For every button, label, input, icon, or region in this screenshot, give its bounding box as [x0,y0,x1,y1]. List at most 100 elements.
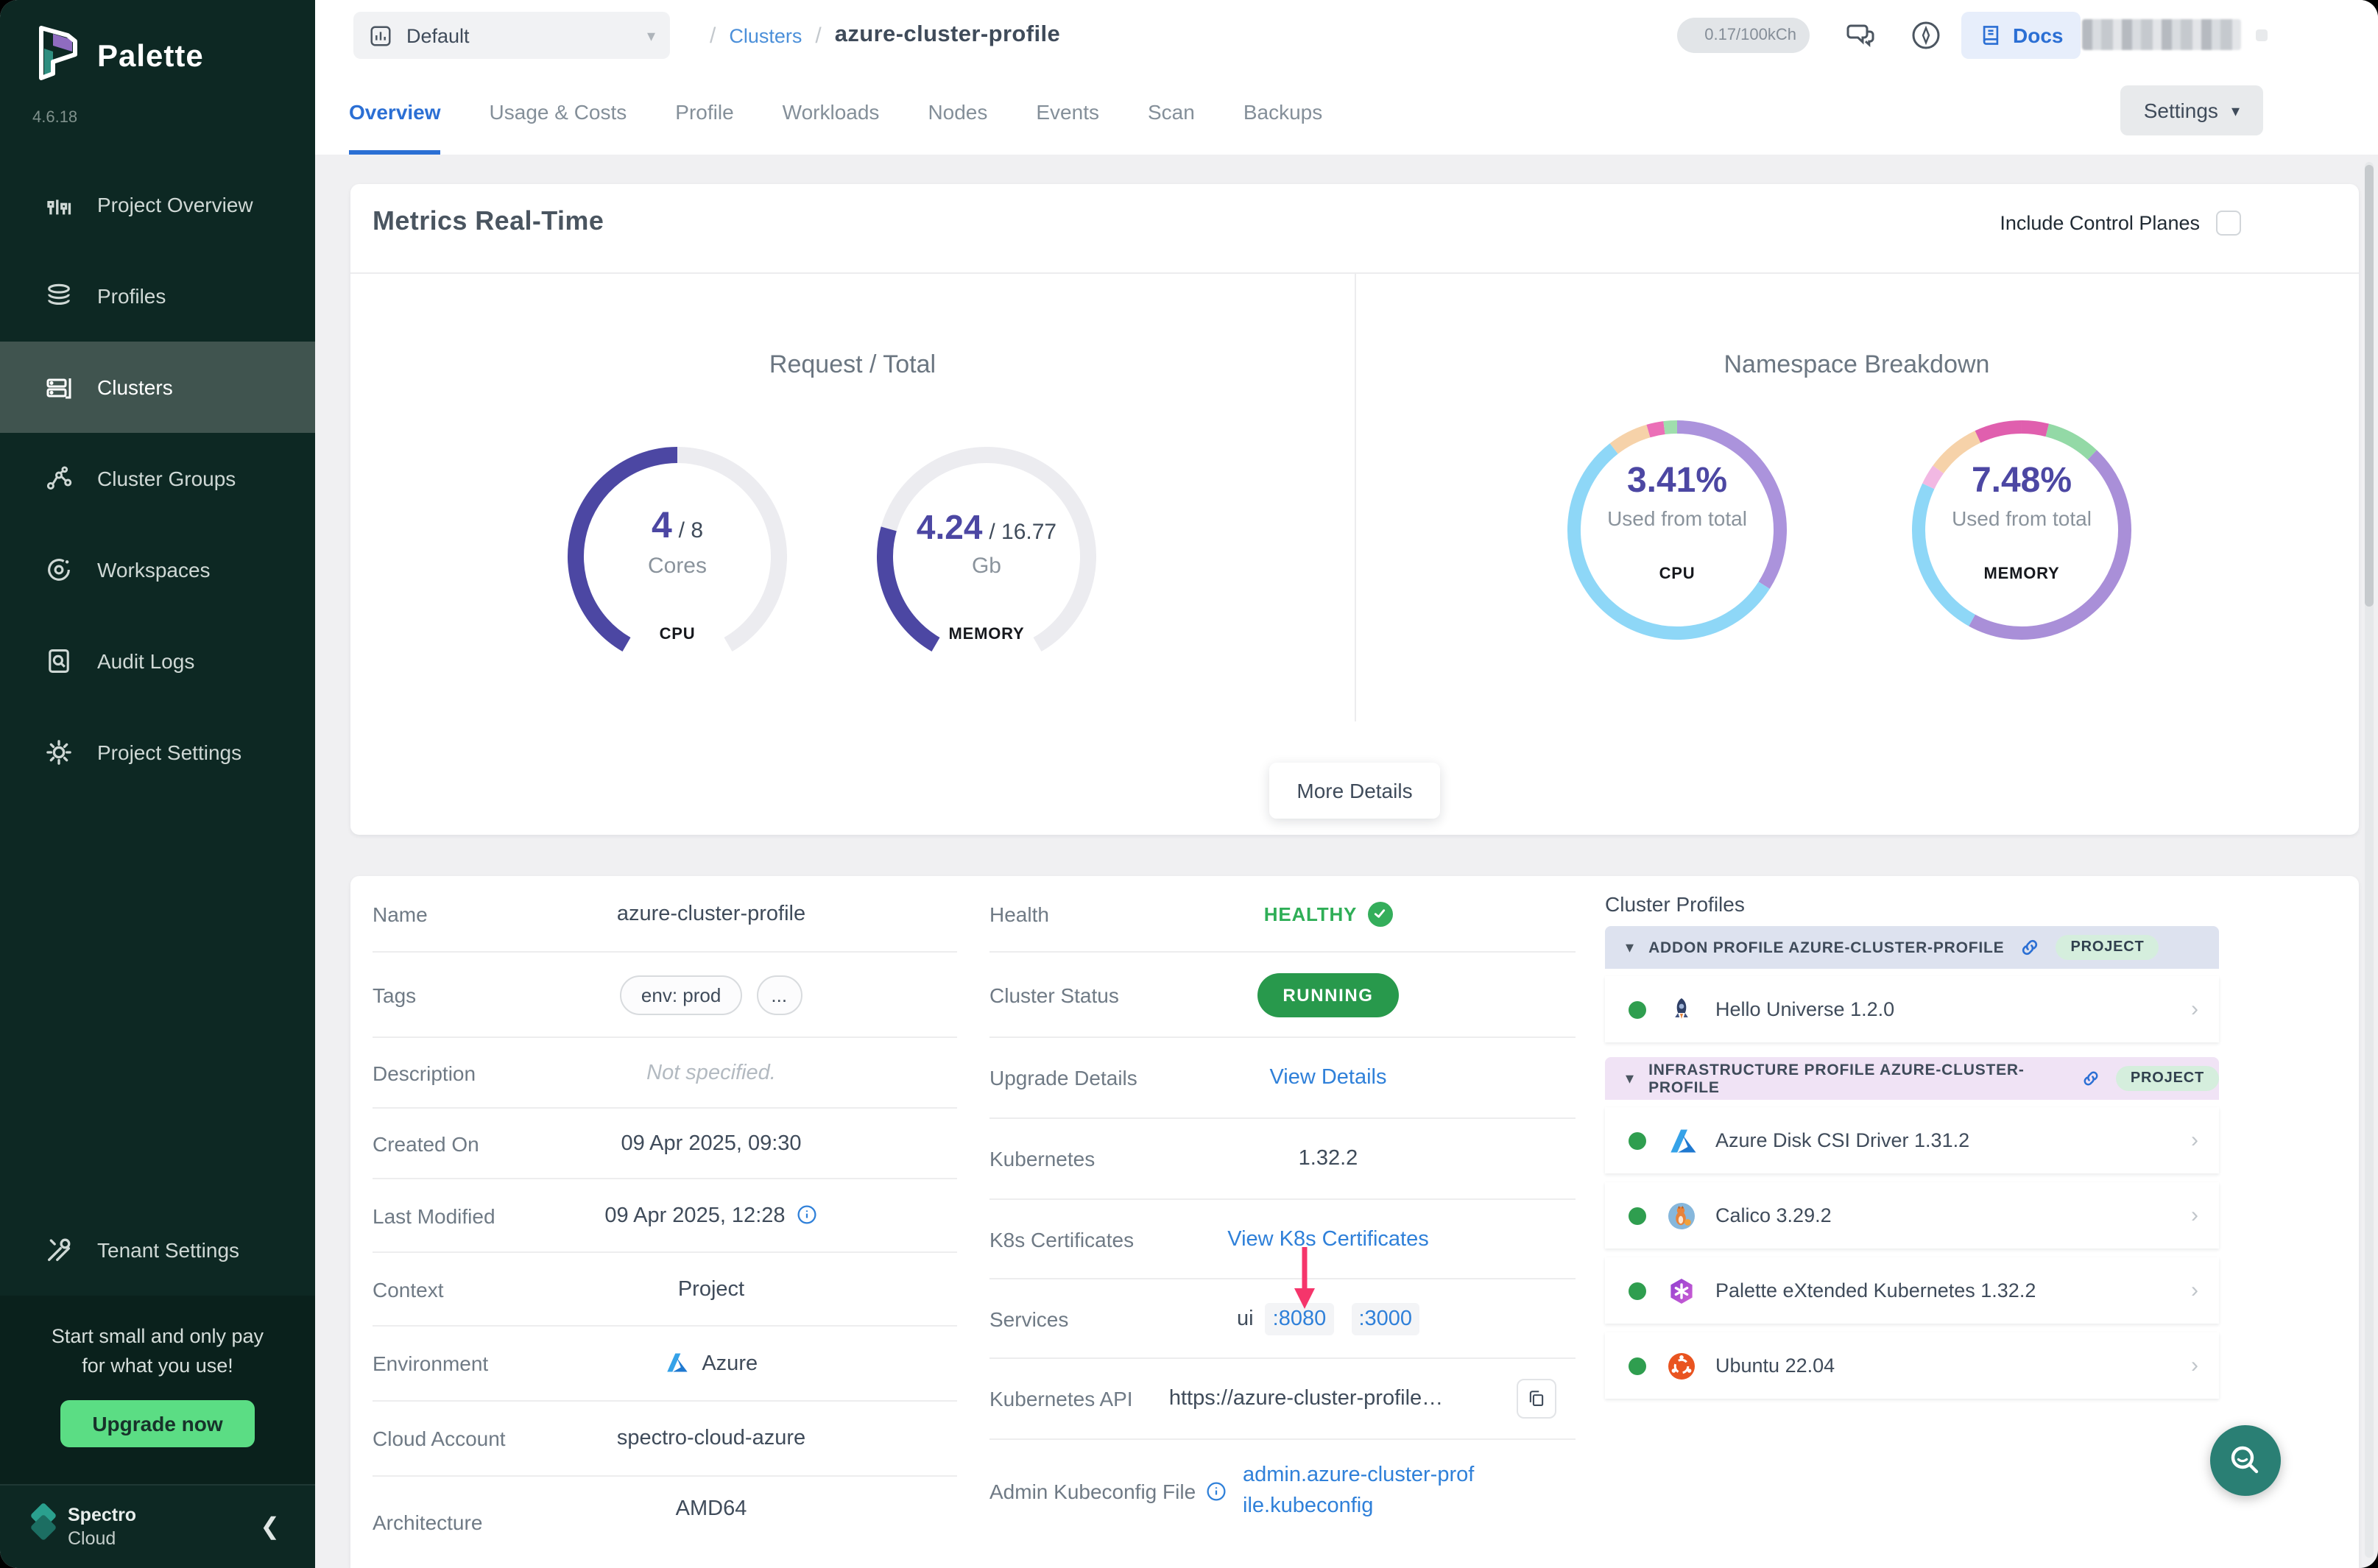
profile-item-hello-universe[interactable]: Hello Universe 1.2.0 › [1605,976,2219,1042]
profile-item-name: Palette eXtended Kubernetes 1.32.2 [1715,1279,2191,1302]
sidebar-item-workspaces[interactable]: Workspaces [0,524,315,615]
infrastructure-profile-header[interactable]: ▾ INFRASTRUCTURE PROFILE AZURE-CLUSTER-P… [1605,1057,2219,1100]
chevron-down-icon: ▾ [1626,938,1634,957]
sidebar-item-label: Cluster Groups [97,467,236,490]
namespace-memory-percent: 7.48% Used from total [1904,461,2139,530]
spectro-cloud-logo-icon [24,1503,62,1555]
include-control-planes-label: Include Control Planes [2000,212,2200,234]
tab-backups[interactable]: Backups [1243,71,1322,155]
tab-workloads[interactable]: Workloads [783,71,880,155]
settings-label: Settings [2144,99,2218,122]
tag-overflow-pill[interactable]: ... [756,975,802,1014]
sidebar-item-profiles[interactable]: Profiles [0,250,315,342]
sidebar-item-label: Project Overview [97,193,253,216]
view-k8s-certificates-link[interactable]: View K8s Certificates [1227,1227,1428,1251]
profile-item-name: Ubuntu 22.04 [1715,1355,2191,1377]
detail-row-name: Name azure-cluster-profile [373,876,957,953]
namespace-cpu-label: CPU [1559,565,1795,583]
cluster-profiles-title: Cluster Profiles [1605,892,1745,916]
user-name-redacted[interactable] [2082,19,2241,50]
detail-label: Environment [373,1352,488,1375]
detail-label: Last Modified [373,1204,495,1227]
tabs-bar: Overview Usage & Costs Profile Workloads… [315,71,2378,155]
detail-label: Architecture [373,1511,482,1534]
status-badge: RUNNING [1257,972,1398,1017]
detail-value: Project [534,1277,888,1301]
tab-events[interactable]: Events [1036,71,1099,155]
namespace-memory-subtitle: Used from total [1904,506,2139,530]
tab-scan[interactable]: Scan [1148,71,1195,155]
tab-nodes[interactable]: Nodes [928,71,987,155]
layers-icon [44,281,74,311]
detail-value: azure-cluster-profile [534,902,888,925]
service-port-link[interactable]: :3000 [1351,1302,1419,1335]
info-icon[interactable] [1206,1481,1227,1502]
project-badge: PROJECT [2116,1066,2219,1091]
doc-search-icon [44,646,74,676]
infrastructure-profile-header-label: INFRASTRUCTURE PROFILE AZURE-CLUSTER-PRO… [1648,1061,2066,1096]
namespace-breakdown-title: Namespace Breakdown [1355,350,2359,380]
detail-row-cloud-account: Cloud Account spectro-cloud-azure [373,1402,957,1477]
docs-button[interactable]: Docs [1961,12,2081,59]
project-selector[interactable]: Default ▾ [353,12,670,59]
sidebar-item-tenant-settings[interactable]: Tenant Settings [0,1204,315,1296]
details-left-column: Name azure-cluster-profile Tags env: pro… [373,876,957,1568]
detail-label: Tags [373,983,416,1006]
kubeconfig-file-link[interactable]: admin.azure-cluster-profile.kubeconfig [1243,1461,1478,1522]
sidebar-item-cluster-groups[interactable]: Cluster Groups [0,433,315,524]
chevron-right-icon: › [2191,997,2198,1022]
ubuntu-icon [1667,1351,1696,1380]
upgrade-now-button[interactable]: Upgrade now [60,1400,255,1447]
tab-profile[interactable]: Profile [675,71,733,155]
collapse-sidebar-icon[interactable]: ❮ [260,1512,280,1541]
link-icon [2019,936,2041,958]
link-icon [2081,1067,2101,1090]
detail-row-tags: Tags env: prod ... [373,953,957,1038]
sidebar-item-audit-logs[interactable]: Audit Logs [0,615,315,707]
azure-icon [665,1351,688,1374]
profile-item-azure-disk-csi[interactable]: Azure Disk CSI Driver 1.31.2 › [1605,1107,2219,1173]
project-scope-icon [368,23,393,48]
search-fab-button[interactable] [2210,1425,2281,1496]
profile-item-calico[interactable]: Calico 3.29.2 › [1605,1182,2219,1249]
tab-usage-costs[interactable]: Usage & Costs [490,71,627,155]
status-dot-icon [1629,1000,1646,1018]
view-details-link[interactable]: View Details [1269,1066,1386,1090]
include-control-planes-checkbox[interactable] [2216,211,2241,236]
orbit-icon [44,555,74,585]
promo-text: Start small and only pay for what you us… [0,1322,315,1380]
sidebar-item-project-settings[interactable]: Project Settings [0,707,315,798]
upgrade-promo: Start small and only pay for what you us… [0,1296,315,1484]
tag-pill[interactable]: env: prod [621,975,741,1014]
more-details-button[interactable]: More Details [1269,763,1440,819]
status-dot-icon [1629,1207,1646,1224]
chat-icon[interactable] [1842,18,1877,53]
copy-icon[interactable] [1517,1379,1556,1419]
detail-value: AMD64 [534,1497,888,1521]
detail-value: 09 Apr 2025, 09:30 [534,1131,888,1155]
bar-chart-icon [44,190,74,219]
scrollbar-thumb[interactable] [2365,165,2374,607]
detail-row-services: Services ui :8080 :3000 [989,1279,1576,1359]
tools-icon [44,1235,74,1265]
metrics-title: Metrics Real-Time [373,206,604,237]
profile-item-pxk[interactable]: Palette eXtended Kubernetes 1.32.2 › [1605,1257,2219,1324]
sidebar-item-label: Profiles [97,284,166,308]
breadcrumb-clusters-link[interactable]: Clusters [729,24,802,46]
sidebar-item-project-overview[interactable]: Project Overview [0,159,315,250]
sidebar-item-label: Audit Logs [97,649,194,673]
addon-profile-header[interactable]: ▾ ADDON PROFILE AZURE-CLUSTER-PROFILE PR… [1605,926,2219,969]
status-dot-icon [1629,1357,1646,1374]
sidebar-item-clusters[interactable]: Clusters [0,342,315,433]
settings-button[interactable]: Settings ▾ [2120,85,2263,135]
detail-row-kubernetes: Kubernetes 1.32.2 [989,1119,1576,1200]
profile-item-ubuntu[interactable]: Ubuntu 22.04 › [1605,1332,2219,1399]
detail-label: Upgrade Details [989,1066,1137,1090]
info-icon[interactable] [797,1204,818,1224]
user-menu-dot [2256,29,2268,41]
compass-icon[interactable] [1908,18,1944,53]
credits-pill: 0.17/100kCh [1677,18,1810,53]
app-version: 4.6.18 [32,109,77,127]
docs-label: Docs [2013,24,2063,47]
tab-overview[interactable]: Overview [349,71,441,155]
